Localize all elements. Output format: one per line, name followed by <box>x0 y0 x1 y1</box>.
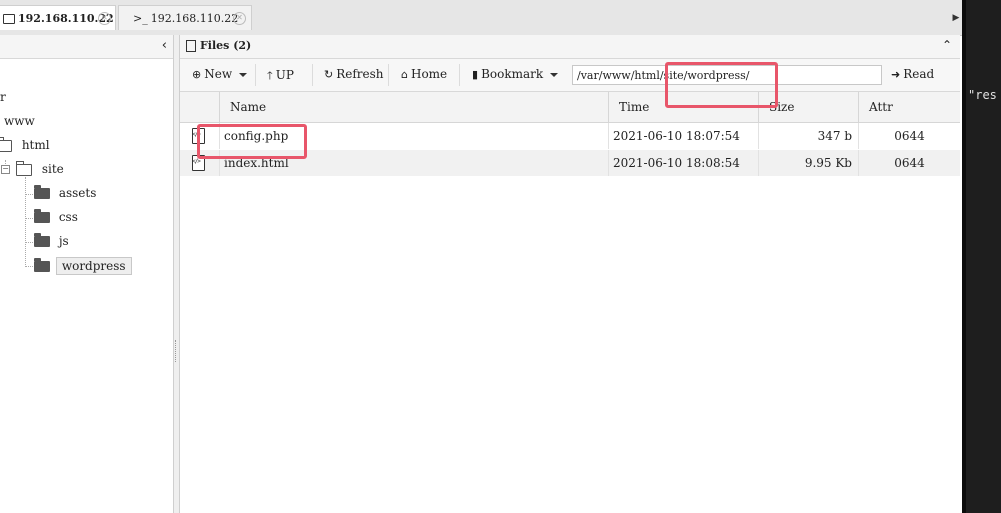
terminal-border <box>962 0 966 513</box>
column-header-name[interactable]: Name <box>220 92 609 122</box>
caret-down-icon <box>239 72 248 77</box>
terminal-panel <box>962 0 1001 513</box>
folder-icon <box>34 233 50 247</box>
file-attr: 0644 <box>894 129 925 143</box>
refresh-icon: ↻ <box>324 68 334 81</box>
files-toolbar: ⊕New 🡑UP ↻Refresh ⌂Home ▮Bookmark ➜Read <box>180 59 960 92</box>
toolbar-divider <box>459 64 460 86</box>
tree-guide <box>25 242 33 243</box>
close-icon[interactable]: ✕ <box>233 12 246 25</box>
tree-guide <box>25 218 33 219</box>
bookmark-icon: ▮ <box>472 68 479 81</box>
toolbar-divider <box>388 64 389 86</box>
tree-node-wordpress[interactable]: wordpress <box>34 257 132 275</box>
tree-guide <box>25 194 33 195</box>
file-time: 2021-06-10 18:07:54 <box>613 123 759 149</box>
tab-terminal[interactable]: >_ 192.168.110.22 ✕ <box>118 5 252 30</box>
terminal-icon: >_ <box>133 12 148 25</box>
directory-tree-panel: ‹ r www html − site assets css js wordpr… <box>0 35 174 513</box>
tab-scroll-right-icon[interactable]: ▶ <box>950 9 962 27</box>
arrow-right-icon: ➜ <box>891 68 901 81</box>
chevron-up-icon[interactable]: ⌃ <box>942 38 952 52</box>
home-button[interactable]: ⌂ Home <box>401 67 447 81</box>
arrow-up-icon: 🡑 <box>267 69 273 82</box>
files-panel: Files (2) ⌃ ⊕ New 🡑 UP ↻ Refresh ⌂ Home ▮ Boo… <box>180 35 960 513</box>
file-size: 347 b <box>759 123 859 149</box>
folder-open-icon <box>0 136 12 152</box>
tree-guide <box>25 266 33 267</box>
files-title: Files (2) <box>200 39 252 52</box>
tab-label: 192.168.110.22 <box>150 12 239 25</box>
folder-icon <box>34 209 50 223</box>
tree-node-js[interactable]: js <box>34 233 69 248</box>
up-button[interactable]: 🡑 UP <box>267 67 294 86</box>
tree-header: ‹ <box>0 35 173 59</box>
table-header: Name Time Size Attr <box>180 92 960 123</box>
splitter-grip[interactable] <box>175 340 179 362</box>
collapse-toggle-icon[interactable]: − <box>1 165 10 174</box>
tab-bar: 192.168.110.22 ✕ >_ 192.168.110.22 ✕ ▶ <box>0 0 962 36</box>
folder-icon <box>34 185 50 199</box>
annotation-highlight-config <box>197 124 307 159</box>
files-header: Files (2) ⌃ <box>180 35 960 59</box>
folder-icon <box>3 14 15 24</box>
chevron-left-icon[interactable]: ‹ <box>162 38 167 53</box>
column-header-icon <box>180 92 220 122</box>
tree-guide <box>25 177 26 267</box>
tree-node[interactable]: r <box>0 90 6 104</box>
file-time: 2021-06-10 18:08:54 <box>613 150 759 176</box>
tab-file-manager[interactable]: 192.168.110.22 ✕ <box>0 5 116 30</box>
tree-node-assets[interactable]: assets <box>34 185 96 200</box>
home-icon: ⌂ <box>401 68 408 81</box>
terminal-output: "res <box>968 88 997 102</box>
toolbar-divider <box>255 64 256 86</box>
bookmark-button[interactable]: ▮ Bookmark <box>472 67 559 81</box>
tree-node-html[interactable]: html <box>0 136 50 152</box>
caret-down-icon <box>550 72 559 77</box>
read-button[interactable]: ➜ Read <box>891 67 934 81</box>
tree-node-site[interactable]: site <box>16 160 64 176</box>
folder-open-icon <box>16 160 32 176</box>
file-attr: 0644 <box>894 156 925 170</box>
refresh-button[interactable]: ↻ Refresh <box>324 67 384 81</box>
file-icon <box>186 40 196 52</box>
close-icon[interactable]: ✕ <box>98 12 111 25</box>
toolbar-divider <box>312 64 313 86</box>
tree-node-css[interactable]: css <box>34 209 78 224</box>
plus-circle-icon: ⊕ <box>192 68 202 81</box>
annotation-highlight-path <box>665 62 778 108</box>
new-button[interactable]: ⊕ New <box>192 67 248 81</box>
file-size: 9.95 Kb <box>759 150 859 176</box>
column-header-attr[interactable]: Attr <box>859 92 960 122</box>
tree-node-www[interactable]: www <box>4 114 35 128</box>
folder-icon <box>34 258 50 272</box>
